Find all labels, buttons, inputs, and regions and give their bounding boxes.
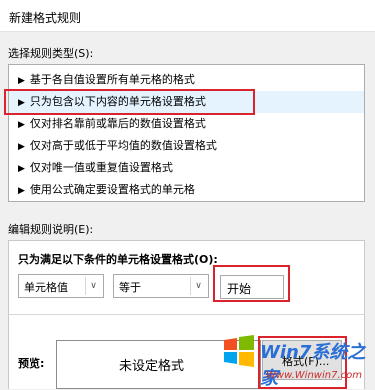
chevron-down-icon[interactable]: ∨ [190,277,206,295]
rule-type-item-label: 使用公式确定要设置格式的单元格 [29,183,195,196]
operator-select-value: 等于 [119,281,141,294]
arrow-right-icon: ▶ [18,164,25,174]
rule-type-item-label: 仅对排名靠前或靠后的数值设置格式 [29,117,206,130]
rule-type-item[interactable]: ▶ 使用公式确定要设置格式的单元格 [9,179,364,201]
rule-type-list[interactable]: ▶ 基于各自值设置所有单元格的格式 ▶ 只为包含以下内容的单元格设置格式 ▶ 仅对排名… [8,64,365,202]
separator [8,314,365,315]
rule-type-item[interactable]: ▶ 仅对唯一值或重复值设置格式 [9,157,364,179]
rule-type-item-label: 仅对唯一值或重复值设置格式 [29,161,173,174]
rule-type-item[interactable]: ▶ 仅对排名靠前或靠后的数值设置格式 [9,113,364,135]
preview-text: 未设定格式 [119,359,185,374]
preview-label: 预览: [18,357,45,370]
rule-type-item[interactable]: ▶ 仅对高于或低于平均值的数值设置格式 [9,135,364,157]
arrow-right-icon: ▶ [18,142,25,152]
edit-rule-label: 编辑规则说明(E): [8,223,94,236]
arrow-right-icon: ▶ [18,76,25,86]
arrow-right-icon: ▶ [18,186,25,196]
chevron-down-icon[interactable]: ∨ [85,277,101,295]
rule-type-item[interactable]: ▶ 基于各自值设置所有单元格的格式 [9,69,364,91]
dialog-title: 新建格式规则 [9,11,82,25]
rule-type-item-label: 基于各自值设置所有单元格的格式 [29,73,195,86]
format-button-highlight [258,336,347,389]
field-select[interactable]: 单元格值 ∨ [18,274,104,298]
dialog-titlebar: 新建格式规则 [0,0,375,32]
operator-select[interactable]: 等于 ∨ [113,274,209,298]
field-select-value: 单元格值 [24,281,68,294]
condition-label: 只为满足以下条件的单元格设置格式(O): [18,253,218,266]
rule-type-label: 选择规则类型(S): [8,47,94,60]
arrow-right-icon: ▶ [18,120,25,130]
value-input-highlight [213,265,290,302]
rule-type-item-label: 仅对高于或低于平均值的数值设置格式 [29,139,217,152]
selected-rule-highlight [4,89,255,115]
preview-box: 未设定格式 [56,340,261,389]
